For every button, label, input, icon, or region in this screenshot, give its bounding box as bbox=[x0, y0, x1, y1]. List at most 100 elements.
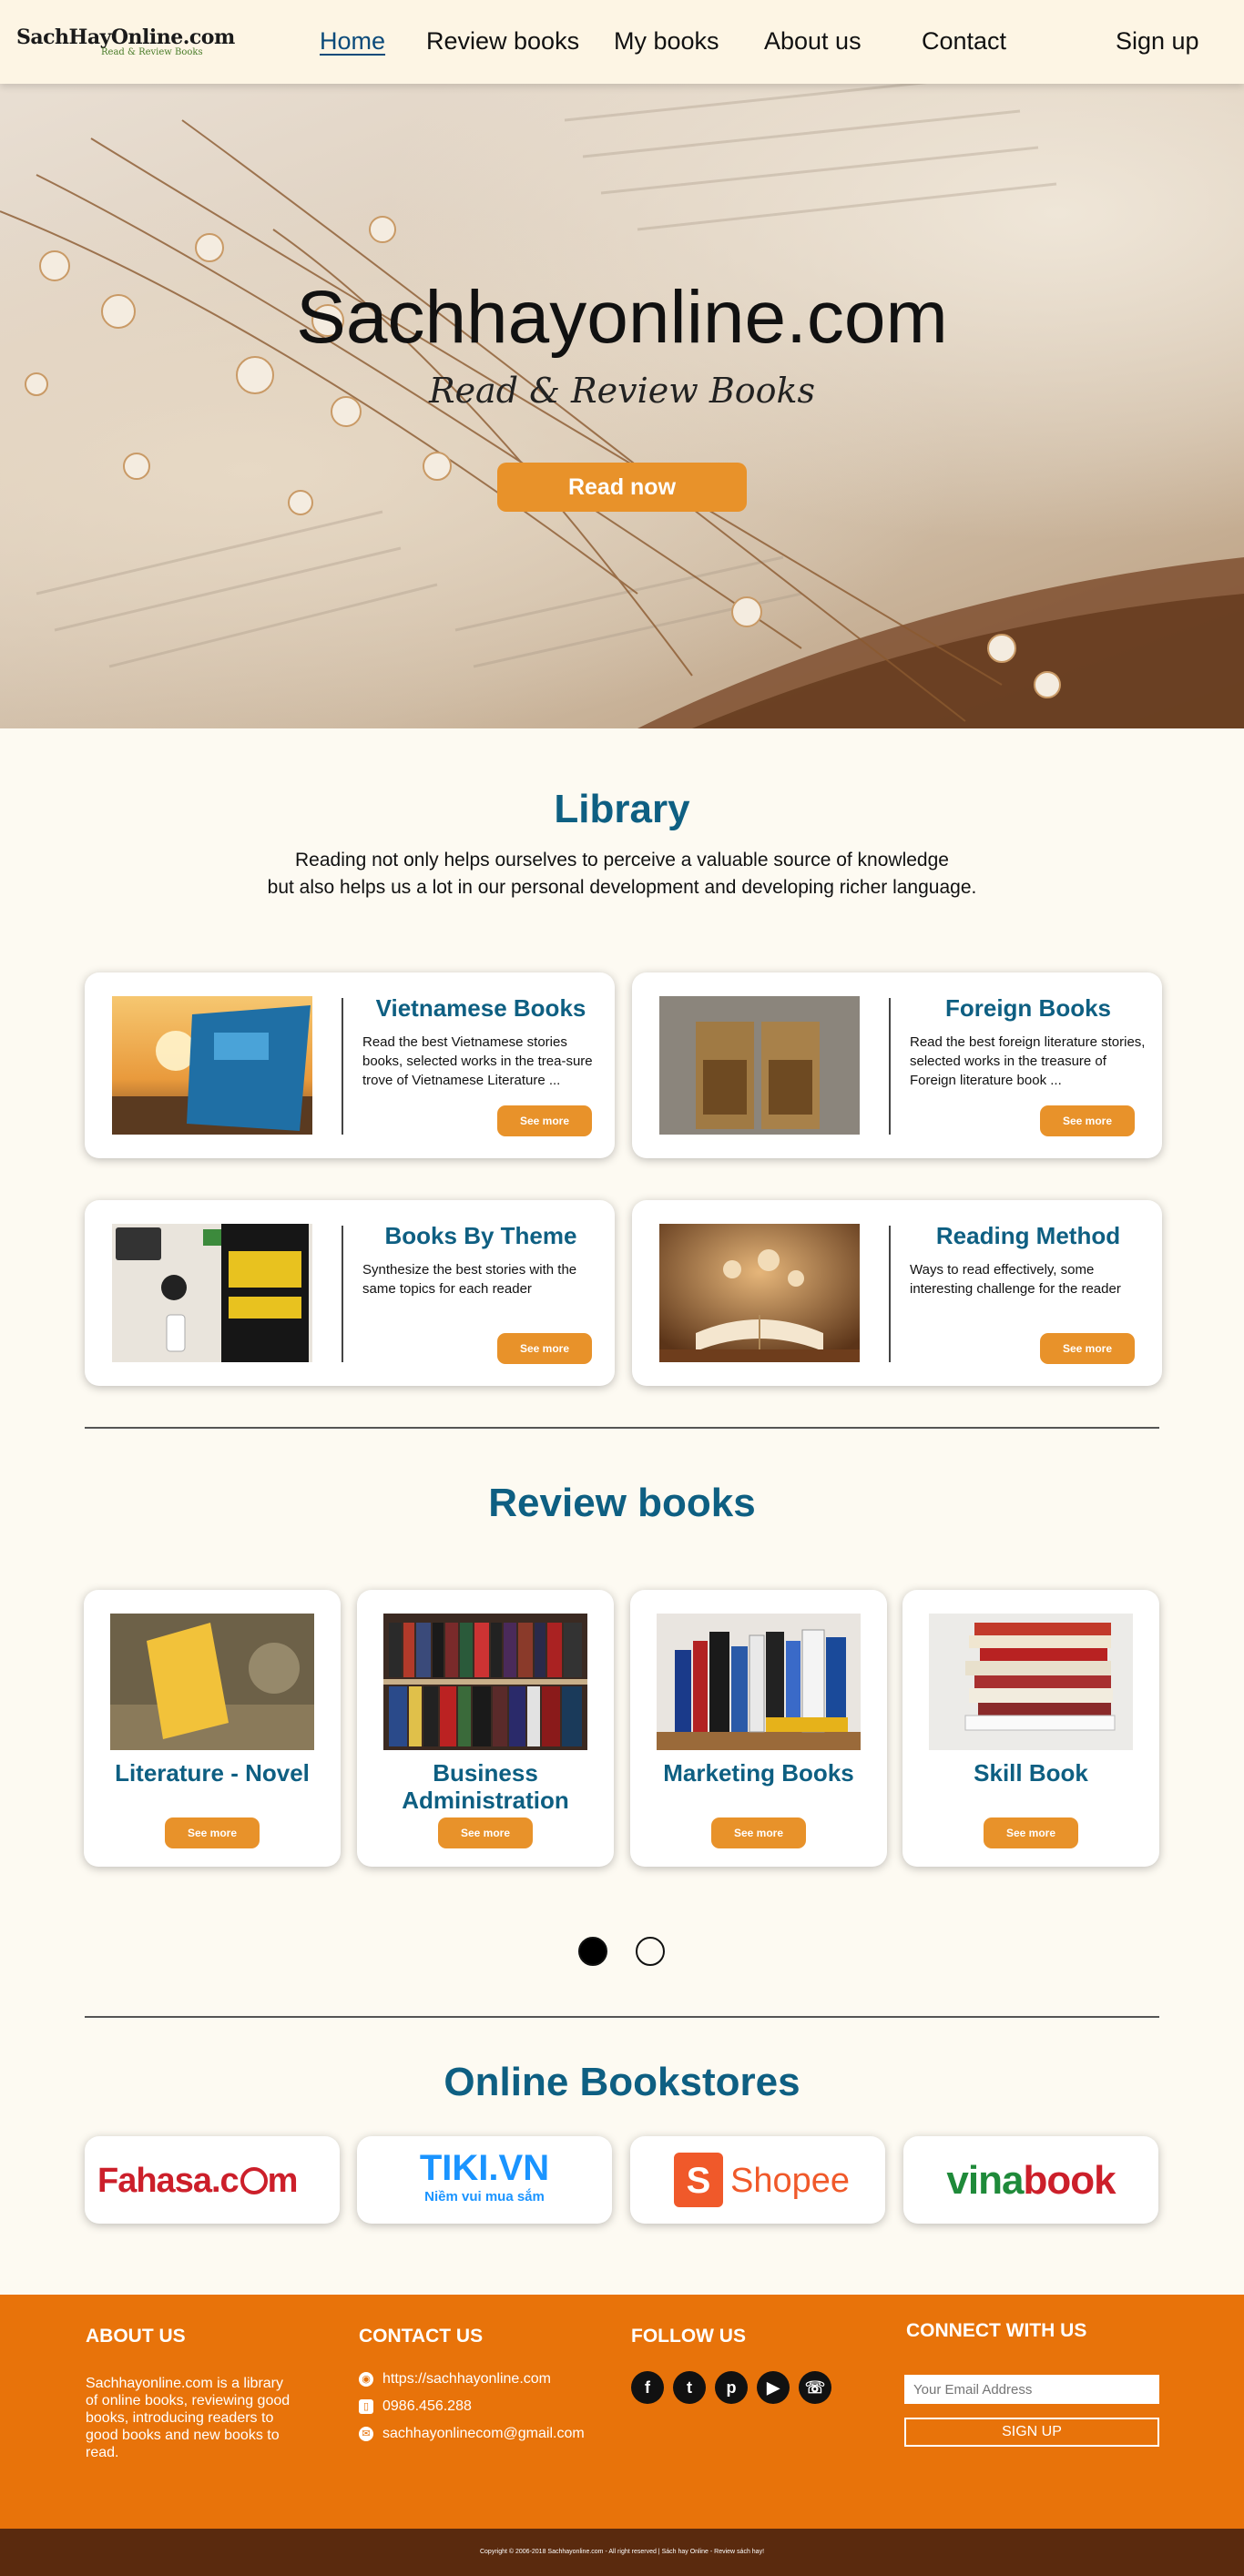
card-description: Synthesize the best stories with the sam… bbox=[362, 1262, 577, 1297]
vinabook-book: book bbox=[1023, 2158, 1116, 2203]
card-title: Marketing Books bbox=[663, 1759, 854, 1787]
footer-bottom-bar: Copyright © 2006-2018 Sachhayonline.com … bbox=[0, 2529, 1244, 2576]
card-description: Read the best foreign literature stories… bbox=[910, 1034, 1146, 1088]
top-navbar: SachHayOnline.com Read & Review Books Ho… bbox=[0, 0, 1244, 84]
youtube-icon[interactable]: ▶ bbox=[757, 2371, 790, 2404]
fahasa-store-card[interactable]: Fahasa.c m bbox=[85, 2136, 340, 2224]
see-more-button[interactable]: See more bbox=[497, 1105, 592, 1136]
logo-tagline: Read & Review Books bbox=[101, 47, 203, 57]
website-text: https://sachhayonline.com bbox=[382, 2371, 551, 2387]
phone-icon: ▯ bbox=[359, 2399, 373, 2414]
business-books-image bbox=[383, 1614, 587, 1750]
about-us-heading: ABOUT US bbox=[86, 2326, 186, 2347]
shopee-logo: Shopee bbox=[730, 2162, 851, 2200]
carousel-dot-2[interactable] bbox=[636, 1937, 665, 1966]
card-title: Skill Book bbox=[974, 1759, 1088, 1787]
fahasa-m: m bbox=[267, 2162, 299, 2200]
reading-method-image bbox=[659, 1224, 860, 1362]
fahasa-o-icon bbox=[240, 2167, 268, 2194]
see-more-button[interactable]: See more bbox=[438, 1817, 533, 1848]
review-card-marketing: Marketing Books See more bbox=[630, 1590, 887, 1867]
foreign-books-image bbox=[659, 996, 860, 1135]
tiki-store-card[interactable]: TIKI.VN Niềm vui mua sắm bbox=[357, 2136, 612, 2224]
carousel-dot-1[interactable] bbox=[578, 1937, 607, 1966]
mail-icon: ✉ bbox=[359, 2427, 373, 2441]
fahasa-logo-text: Fahasa.c bbox=[97, 2162, 240, 2200]
email-text: sachhayonlinecom@gmail.com bbox=[382, 2426, 585, 2441]
twitter-icon[interactable]: t bbox=[673, 2371, 706, 2404]
phone-text: 0986.456.288 bbox=[382, 2398, 472, 2414]
whatsapp-icon[interactable]: ☏ bbox=[799, 2371, 831, 2404]
nav-link-sign-up[interactable]: Sign up bbox=[1116, 27, 1199, 56]
hero-subtitle: Read & Review Books bbox=[428, 371, 816, 411]
contact-phone[interactable]: ▯ 0986.456.288 bbox=[359, 2398, 472, 2415]
connect-with-us-heading: CONNECT WITH US bbox=[906, 2320, 1087, 2341]
review-title: Review books bbox=[488, 1481, 756, 1525]
logo-text: SachHayOnline.com bbox=[16, 25, 235, 49]
shopee-store-card[interactable]: S Shopee bbox=[630, 2136, 885, 2224]
see-more-button[interactable]: See more bbox=[497, 1333, 592, 1364]
card-title: Reading Method bbox=[935, 1222, 1121, 1249]
card-divider bbox=[342, 998, 343, 1135]
library-card-reading-method: Reading Method Ways to read effectively,… bbox=[632, 1200, 1162, 1386]
intro-line-2: but also helps us a lot in our personal … bbox=[267, 877, 977, 898]
tiki-tagline: Niềm vui mua sắm bbox=[424, 2189, 545, 2204]
marketing-books-image bbox=[657, 1614, 861, 1750]
library-card-vietnamese: Vietnamese Books Read the best Vietnames… bbox=[85, 972, 615, 1158]
tiki-logo: TIKI.VN bbox=[419, 2148, 550, 2188]
card-description: Read the best Vietnamese stories books, … bbox=[362, 1034, 593, 1088]
review-card-business: Business Administration See more bbox=[357, 1590, 614, 1867]
site-logo[interactable]: SachHayOnline.com Read & Review Books bbox=[16, 25, 235, 57]
see-more-button[interactable]: See more bbox=[711, 1817, 806, 1848]
contact-email[interactable]: ✉ sachhayonlinecom@gmail.com bbox=[359, 2426, 585, 2442]
card-title: Business Administration bbox=[402, 1759, 569, 1814]
see-more-button[interactable]: See more bbox=[1040, 1333, 1135, 1364]
see-more-button[interactable]: See more bbox=[165, 1817, 260, 1848]
contact-us-heading: CONTACT US bbox=[359, 2326, 484, 2347]
section-divider bbox=[85, 2016, 1159, 2018]
card-divider bbox=[342, 1226, 343, 1362]
follow-us-heading: FOLLOW US bbox=[631, 2326, 746, 2347]
nav-link-home[interactable]: Home bbox=[320, 27, 385, 56]
newsletter-sign-up-button[interactable]: SIGN UP bbox=[904, 2418, 1159, 2447]
library-title: Library bbox=[554, 787, 690, 831]
card-title: Books By Theme bbox=[384, 1222, 577, 1249]
review-card-skill: Skill Book See more bbox=[902, 1590, 1159, 1867]
contact-website[interactable]: ◉ https://sachhayonline.com bbox=[359, 2371, 551, 2388]
library-intro: Reading not only helps ourselves to perc… bbox=[0, 847, 1244, 901]
literature-image bbox=[110, 1614, 314, 1750]
about-us-text: Sachhayonline.com is a library of online… bbox=[86, 2376, 291, 2460]
nav-link-about-us[interactable]: About us bbox=[764, 27, 862, 56]
vinabook-store-card[interactable]: vinabook bbox=[903, 2136, 1158, 2224]
skill-books-image bbox=[929, 1614, 1133, 1750]
vietnamese-books-image bbox=[112, 996, 312, 1135]
online-bookstores-title: Online Bookstores bbox=[444, 2060, 800, 2104]
review-card-literature: Literature - Novel See more bbox=[84, 1590, 341, 1867]
newsletter-email-input[interactable] bbox=[904, 2375, 1159, 2404]
read-now-button[interactable]: Read now bbox=[497, 463, 747, 512]
hero-title: Sachhayonline.com bbox=[296, 276, 948, 359]
library-card-by-theme: Books By Theme Synthesize the best stori… bbox=[85, 1200, 615, 1386]
nav-link-review-books[interactable]: Review books bbox=[426, 27, 579, 56]
hero-banner: Sachhayonline.com Read & Review Books Re… bbox=[0, 84, 1244, 728]
pinterest-icon[interactable]: p bbox=[715, 2371, 748, 2404]
library-card-foreign: Foreign Books Read the best foreign lite… bbox=[632, 972, 1162, 1158]
nav-link-my-books[interactable]: My books bbox=[614, 27, 719, 56]
card-title: Literature - Novel bbox=[115, 1759, 310, 1787]
nav-link-contact[interactable]: Contact bbox=[922, 27, 1006, 56]
card-divider bbox=[889, 998, 891, 1135]
card-title: Foreign Books bbox=[944, 994, 1111, 1022]
card-description: Ways to read effectively, some interesti… bbox=[910, 1262, 1121, 1297]
vinabook-vina: vina bbox=[946, 2158, 1024, 2203]
see-more-button[interactable]: See more bbox=[1040, 1105, 1135, 1136]
card-title: Vietnamese Books bbox=[375, 994, 586, 1022]
copyright-text: Copyright © 2006-2018 Sachhayonline.com … bbox=[479, 2549, 765, 2555]
globe-icon: ◉ bbox=[359, 2372, 373, 2387]
card-divider bbox=[889, 1226, 891, 1362]
intro-line-1: Reading not only helps ourselves to perc… bbox=[295, 850, 949, 871]
see-more-button[interactable]: See more bbox=[984, 1817, 1078, 1848]
fahasa-logo: Fahasa.c m bbox=[97, 2162, 299, 2201]
section-divider bbox=[85, 1427, 1159, 1429]
vinabook-logo: vinabook bbox=[903, 2158, 1158, 2204]
facebook-icon[interactable]: f bbox=[631, 2371, 664, 2404]
